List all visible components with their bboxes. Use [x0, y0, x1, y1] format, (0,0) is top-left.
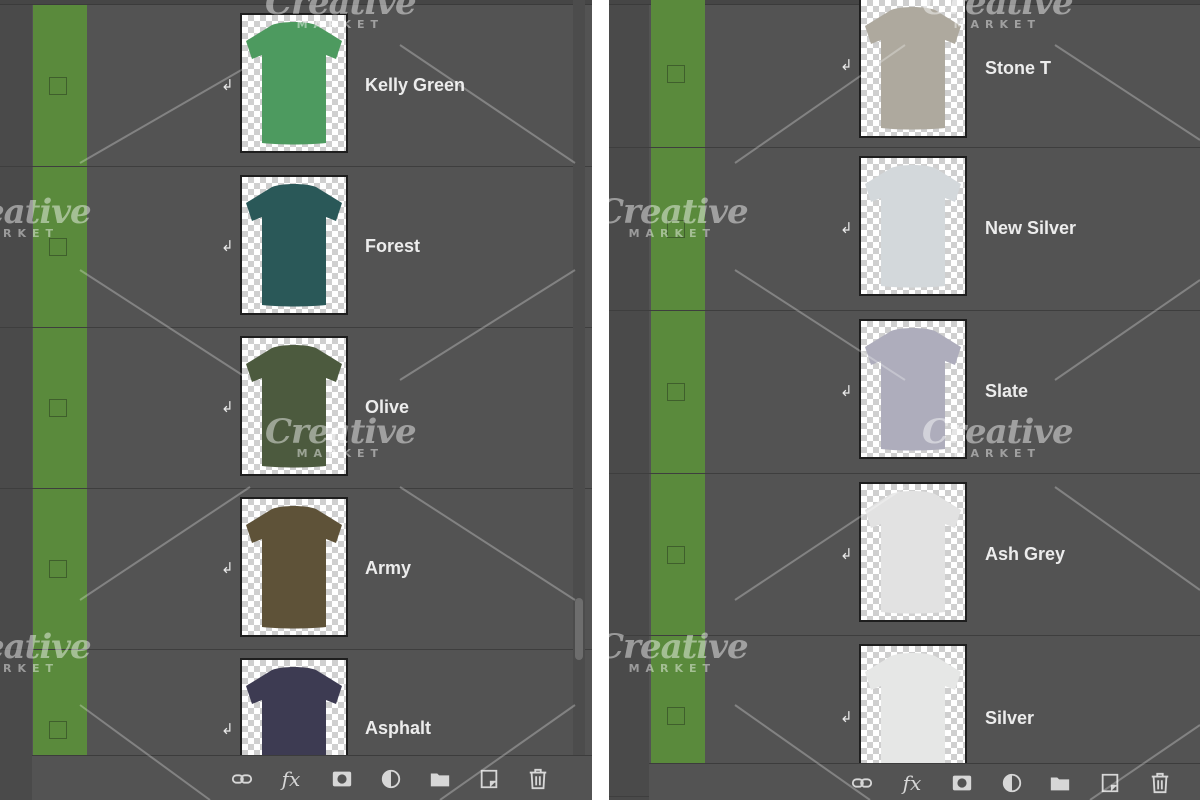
clipping-mask-icon: ↲	[840, 383, 853, 400]
visibility-column[interactable]	[651, 148, 705, 310]
new-layer-icon	[1101, 773, 1119, 793]
tshirt-icon	[246, 22, 342, 145]
clipping-mask-icon: ↲	[221, 76, 234, 94]
mask-icon	[952, 775, 972, 791]
visibility-checkbox[interactable]	[667, 545, 685, 564]
mask-icon	[332, 771, 352, 787]
visibility-checkbox[interactable]	[667, 64, 685, 83]
layer-name[interactable]: Army	[365, 558, 411, 579]
layer-thumbnail[interactable]	[240, 13, 348, 153]
layer-style-button[interactable]: fx	[899, 770, 925, 796]
tshirt-icon	[246, 345, 342, 468]
clipping-mask-icon: ↲	[840, 545, 853, 563]
layers-toolbar: fx	[649, 763, 1200, 800]
visibility-checkbox[interactable]	[667, 707, 685, 725]
folder-icon	[1050, 777, 1070, 791]
clipping-mask-icon: ↲	[221, 238, 234, 255]
layer-name[interactable]: New Silver	[985, 218, 1076, 239]
layer-name[interactable]: Forest	[365, 236, 420, 257]
link-icon	[231, 774, 253, 784]
visibility-column[interactable]	[651, 311, 705, 473]
tshirt-icon	[246, 506, 342, 629]
layer-row-army[interactable]: ↲ Army	[0, 489, 592, 650]
layer-thumbnail[interactable]	[859, 482, 967, 622]
visibility-checkbox[interactable]	[49, 238, 67, 256]
layers-panel-left: ↲ Kelly Green ↲ Forest ↲ Olive ↲ Army ↲ …	[0, 0, 592, 800]
layer-name[interactable]: Kelly Green	[365, 75, 465, 96]
visibility-checkbox[interactable]	[49, 560, 67, 578]
layer-thumbnail[interactable]	[240, 175, 348, 315]
layer-thumbnail[interactable]	[240, 497, 348, 637]
new-group-button[interactable]	[1047, 770, 1073, 796]
clipping-mask-icon: ↲	[840, 57, 853, 74]
fx-icon: fx	[902, 771, 922, 795]
adjustment-layer-button[interactable]	[999, 770, 1025, 796]
adjustment-icon	[1002, 773, 1022, 793]
tshirt-icon	[865, 165, 961, 288]
clipping-mask-icon: ↲	[221, 399, 234, 416]
visibility-column[interactable]	[651, 474, 705, 635]
trash-icon	[529, 768, 547, 790]
layer-name[interactable]: Slate	[985, 381, 1028, 402]
layer-thumbnail[interactable]	[859, 0, 967, 138]
clipping-mask-icon: ↲	[840, 220, 853, 237]
tshirt-icon	[865, 653, 961, 776]
adjustment-layer-button[interactable]	[378, 766, 404, 792]
layer-row-kelly-green[interactable]: ↲ Kelly Green	[0, 5, 592, 167]
visibility-column[interactable]	[33, 5, 87, 166]
layer-row-ash-grey[interactable]: ↲ Ash Grey	[609, 474, 1200, 636]
clipping-mask-icon: ↲	[221, 560, 234, 577]
visibility-column[interactable]	[33, 167, 87, 327]
layer-thumbnail[interactable]	[240, 336, 348, 476]
layer-row-stone-t[interactable]: ↲ Stone T	[609, 0, 1200, 148]
folder-icon	[430, 773, 450, 787]
tshirt-icon	[865, 491, 961, 614]
visibility-checkbox[interactable]	[49, 76, 67, 95]
tshirt-icon	[246, 184, 342, 307]
visibility-checkbox[interactable]	[49, 721, 67, 739]
trash-icon	[1151, 772, 1169, 794]
new-layer-button[interactable]	[476, 766, 502, 792]
visibility-column[interactable]	[33, 489, 87, 649]
add-mask-button[interactable]	[329, 766, 355, 792]
layers-scrollbar[interactable]	[573, 0, 585, 756]
layer-row-slate[interactable]: ↲ Slate	[609, 311, 1200, 474]
layer-thumbnail[interactable]	[859, 156, 967, 296]
scrollbar-thumb[interactable]	[575, 598, 583, 660]
visibility-column[interactable]	[651, 0, 705, 147]
layer-style-button[interactable]: fx	[278, 766, 304, 792]
new-group-button[interactable]	[427, 766, 453, 792]
clipping-mask-icon: ↲	[221, 721, 234, 738]
tshirt-icon	[865, 7, 961, 130]
link-layers-button[interactable]	[229, 766, 255, 792]
layer-name[interactable]: Silver	[985, 708, 1034, 729]
add-mask-button[interactable]	[949, 770, 975, 796]
new-layer-icon	[480, 769, 498, 789]
layer-row-new-silver[interactable]: ↲ New Silver	[609, 148, 1200, 311]
clipping-mask-icon: ↲	[840, 709, 853, 726]
link-layers-button[interactable]	[849, 770, 875, 796]
visibility-column[interactable]	[33, 328, 87, 488]
fx-icon: fx	[281, 767, 301, 791]
layer-thumbnail[interactable]	[859, 319, 967, 459]
delete-layer-button[interactable]	[525, 766, 551, 792]
link-icon	[851, 778, 873, 788]
layer-name[interactable]: Olive	[365, 397, 409, 418]
layer-row-olive[interactable]: ↲ Olive	[0, 328, 592, 489]
tshirt-icon	[865, 328, 961, 451]
layer-row-forest[interactable]: ↲ Forest	[0, 167, 592, 328]
layer-name[interactable]: Ash Grey	[985, 544, 1065, 565]
delete-layer-button[interactable]	[1147, 770, 1173, 796]
adjustment-icon	[381, 769, 401, 789]
visibility-checkbox[interactable]	[667, 220, 685, 238]
layers-panel-right: ↲ Stone T ↲ New Silver ↲ Slate ↲ Ash Gre…	[609, 0, 1200, 800]
new-layer-button[interactable]	[1097, 770, 1123, 796]
visibility-checkbox[interactable]	[49, 399, 67, 417]
layer-name[interactable]: Stone T	[985, 58, 1051, 79]
layers-toolbar: fx	[32, 755, 592, 800]
visibility-checkbox[interactable]	[667, 383, 685, 401]
layer-name[interactable]: Asphalt	[365, 718, 431, 739]
